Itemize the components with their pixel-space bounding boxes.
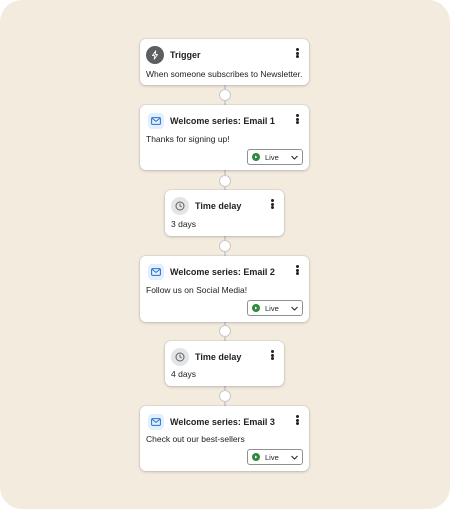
play-icon <box>252 453 260 461</box>
play-icon <box>252 304 260 312</box>
chevron-down-icon <box>291 155 298 160</box>
card-description: 3 days <box>171 219 197 229</box>
connector-node[interactable] <box>219 240 231 252</box>
card-header: Welcome series: Email 2 <box>146 262 303 282</box>
connector-node[interactable] <box>219 390 231 402</box>
connector-node[interactable] <box>219 89 231 101</box>
status-label: Live <box>265 303 279 313</box>
trigger-card[interactable]: Trigger When someone subscribes to Newsl… <box>140 39 309 85</box>
status-label: Live <box>265 452 279 462</box>
more-menu-icon[interactable] <box>268 348 276 362</box>
card-description: Follow us on Social Media! <box>146 285 248 295</box>
card-header: Welcome series: Email 3 <box>146 412 303 432</box>
card-title: Welcome series: Email 3 <box>170 417 275 427</box>
play-icon <box>252 153 260 161</box>
card-description: Thanks for signing up! <box>146 134 230 144</box>
clock-icon <box>171 348 189 366</box>
chevron-down-icon <box>291 455 298 460</box>
card-title: Welcome series: Email 1 <box>170 116 275 126</box>
email-step-card[interactable]: Welcome series: Email 1 Thanks for signi… <box>140 105 309 170</box>
email-step-card[interactable]: Welcome series: Email 3 Check out our be… <box>140 406 309 471</box>
card-header: Time delay <box>171 347 278 367</box>
connector-node[interactable] <box>219 325 231 337</box>
more-menu-icon[interactable] <box>293 46 301 60</box>
email-step-card[interactable]: Welcome series: Email 2 Follow us on Soc… <box>140 256 309 322</box>
card-title: Trigger <box>170 50 201 60</box>
connector-node[interactable] <box>219 175 231 187</box>
mail-icon <box>148 414 164 430</box>
card-header: Time delay <box>171 196 278 216</box>
more-menu-icon[interactable] <box>268 197 276 211</box>
clock-icon <box>171 197 189 215</box>
card-description: Check out our best-sellers <box>146 434 245 444</box>
card-title: Time delay <box>195 352 242 362</box>
mail-icon <box>148 264 164 280</box>
more-menu-icon[interactable] <box>293 413 301 427</box>
status-dropdown[interactable]: Live <box>247 449 303 465</box>
card-description: 4 days <box>171 369 197 379</box>
mail-icon <box>148 113 164 129</box>
workflow-canvas: Trigger When someone subscribes to Newsl… <box>0 0 450 509</box>
status-dropdown[interactable]: Live <box>247 300 303 316</box>
status-label: Live <box>265 152 279 162</box>
chevron-down-icon <box>291 306 298 311</box>
card-title: Time delay <box>195 201 242 211</box>
card-description: When someone subscribes to Newsletter. <box>146 69 303 79</box>
lightning-icon <box>146 46 164 64</box>
more-menu-icon[interactable] <box>293 263 301 277</box>
delay-step-card[interactable]: Time delay 4 days <box>165 341 284 386</box>
card-title: Welcome series: Email 2 <box>170 267 275 277</box>
delay-step-card[interactable]: Time delay 3 days <box>165 190 284 236</box>
status-dropdown[interactable]: Live <box>247 149 303 165</box>
more-menu-icon[interactable] <box>293 112 301 126</box>
card-header: Welcome series: Email 1 <box>146 111 303 131</box>
card-header: Trigger <box>146 45 303 65</box>
